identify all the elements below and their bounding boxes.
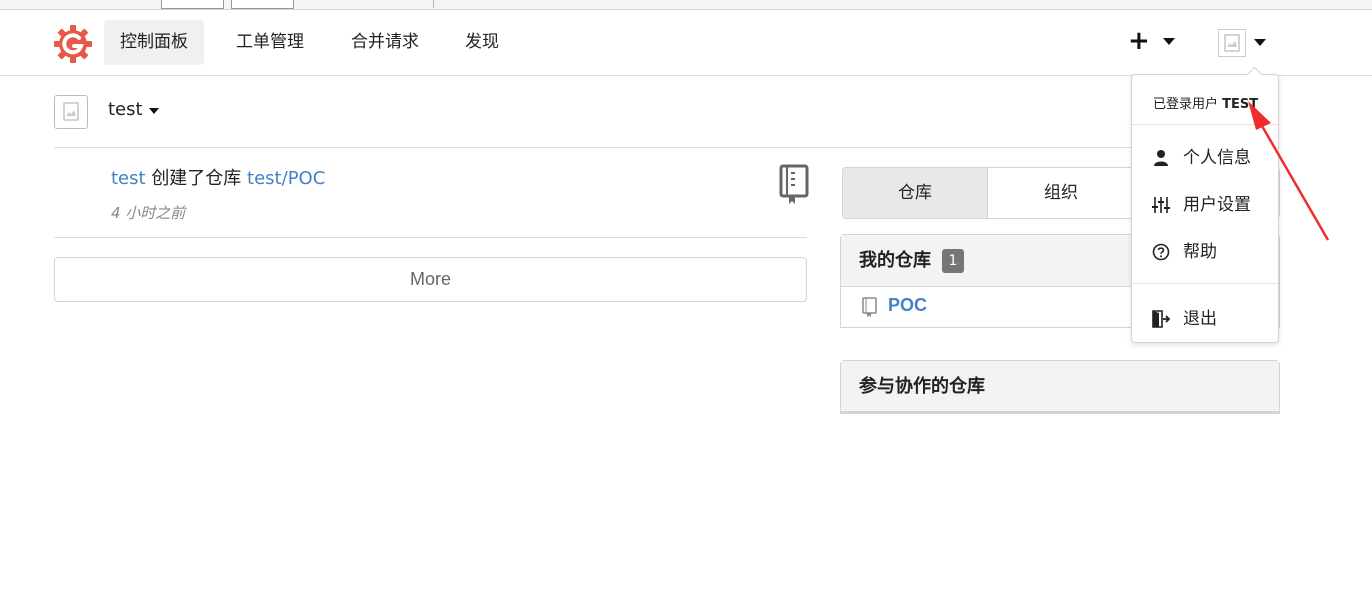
menu-item-label: 帮助 — [1183, 242, 1217, 262]
feed-item: test 创建了仓库 test/POC — [111, 164, 325, 190]
feed-timestamp: 4 小时之前 — [111, 204, 186, 222]
repo-book-icon — [779, 164, 809, 204]
feed-repo-link[interactable]: POC — [288, 168, 326, 189]
my-repos-title: 我的仓库 — [859, 250, 931, 271]
chevron-down-icon[interactable] — [1254, 39, 1266, 46]
nav-pull-requests[interactable]: 合并请求 — [335, 20, 435, 65]
repo-link[interactable]: POC — [888, 295, 927, 316]
nav-dashboard[interactable]: 控制面板 — [104, 20, 204, 65]
signed-in-label: 已登录用户 — [1153, 97, 1219, 112]
top-navbar: 控制面板 工单管理 合并请求 发现 + — [0, 10, 1372, 76]
divider — [54, 237, 807, 238]
browser-tab[interactable] — [231, 0, 294, 9]
sign-out-icon — [1152, 310, 1170, 328]
nav-issues[interactable]: 工单管理 — [220, 20, 320, 65]
chevron-down-icon[interactable] — [149, 108, 159, 114]
repo-count-badge: 1 — [942, 249, 964, 273]
feed-action-text: 创建了仓库 — [151, 168, 242, 189]
gogs-logo-icon[interactable] — [53, 24, 93, 64]
sliders-icon — [1152, 197, 1170, 213]
load-more-button[interactable]: More — [54, 257, 807, 302]
browser-tab[interactable] — [161, 0, 224, 9]
help-circle-icon — [1152, 243, 1170, 261]
browser-tab-strip — [0, 0, 1372, 10]
browser-tab-separator — [433, 0, 434, 8]
broken-image-icon — [63, 102, 79, 121]
menu-item-label: 退出 — [1183, 309, 1217, 329]
collab-repos-panel: 参与协作的仓库 — [840, 360, 1280, 414]
annotation-arrow-icon — [1248, 101, 1330, 241]
context-user-name[interactable]: test — [108, 99, 143, 120]
user-icon — [1154, 150, 1168, 166]
tab-organizations[interactable]: 组织 — [988, 168, 1134, 218]
user-avatar-button[interactable] — [1218, 29, 1246, 57]
broken-image-icon — [1224, 34, 1240, 52]
feed-repo-owner-link[interactable]: test — [247, 168, 282, 189]
tab-repositories[interactable]: 仓库 — [843, 168, 987, 218]
divider — [54, 147, 1280, 148]
panel-header: 参与协作的仓库 — [841, 361, 1279, 413]
chevron-down-icon[interactable] — [1163, 38, 1175, 45]
context-avatar[interactable] — [54, 95, 88, 129]
repo-book-icon — [862, 297, 877, 317]
nav-explore[interactable]: 发现 — [449, 20, 515, 65]
divider — [1132, 283, 1278, 284]
feed-actor-link[interactable]: test — [111, 168, 146, 189]
create-new-button[interactable]: + — [1128, 28, 1150, 54]
